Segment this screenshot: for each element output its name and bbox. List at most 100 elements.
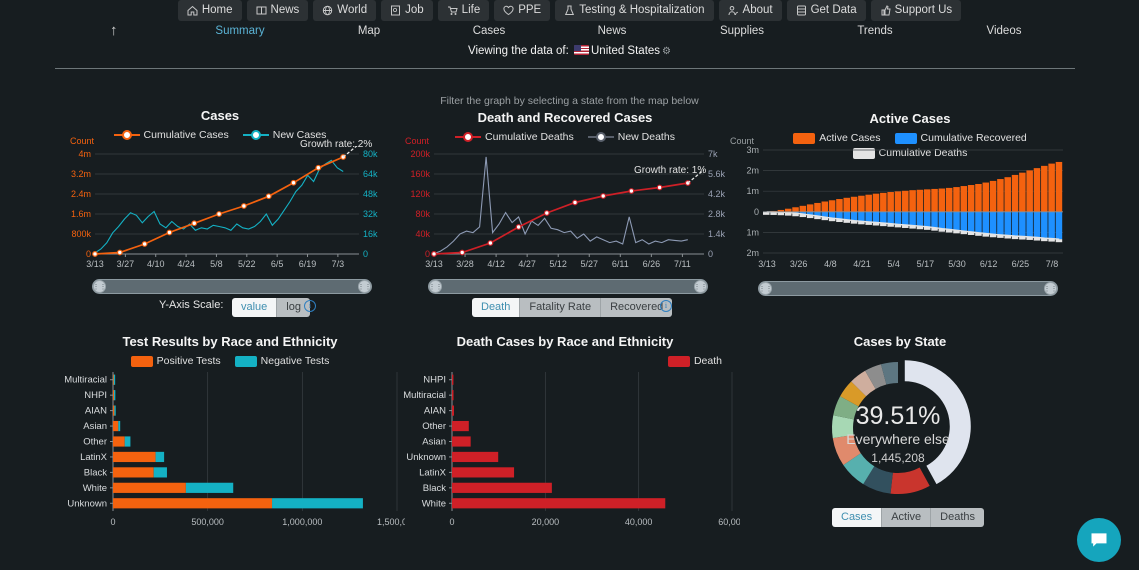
- bar-active-cases[interactable]: [850, 196, 858, 212]
- bar-cumulative-recovered[interactable]: [872, 211, 880, 223]
- data-point[interactable]: [290, 179, 297, 186]
- bar-active-cases[interactable]: [828, 200, 836, 212]
- bar-active-cases[interactable]: [909, 190, 916, 212]
- bar-active-cases[interactable]: [975, 183, 982, 212]
- bar-active-cases[interactable]: [814, 202, 821, 212]
- bar-cumulative-recovered[interactable]: [997, 211, 1004, 235]
- subnav-item-videos[interactable]: Videos: [987, 22, 1022, 40]
- bar-active-cases[interactable]: [938, 188, 946, 212]
- info-icon[interactable]: i: [304, 300, 316, 312]
- bar-death[interactable]: [452, 390, 454, 401]
- slider-handle-right[interactable]: ⋮⋮: [1044, 282, 1058, 295]
- bar-positive-tests[interactable]: [113, 436, 125, 447]
- slider-handle-left[interactable]: ⋮⋮: [429, 280, 443, 293]
- legend-item-new-deaths[interactable]: New Deaths: [587, 131, 675, 143]
- slider-handle-right[interactable]: ⋮⋮: [358, 280, 372, 293]
- bar-positive-tests[interactable]: [113, 451, 156, 463]
- data-point[interactable]: [515, 224, 522, 230]
- bar-active-cases[interactable]: [923, 189, 931, 212]
- bar-active-cases[interactable]: [989, 180, 997, 212]
- bar-cumulative-recovered[interactable]: [1041, 211, 1048, 239]
- death-tab-fatality-rate[interactable]: Fatality Rate: [519, 298, 601, 317]
- bar-cumulative-recovered[interactable]: [858, 211, 865, 222]
- bar-cumulative-recovered[interactable]: [902, 211, 909, 225]
- bar-cumulative-recovered[interactable]: [1026, 211, 1033, 237]
- cases-by-state-donut[interactable]: 39.51%Everywhere else 1,445,208: [810, 355, 990, 510]
- bar-death[interactable]: [452, 482, 552, 493]
- bar-cumulative-recovered[interactable]: [945, 211, 953, 230]
- data-point[interactable]: [315, 164, 322, 171]
- data-point[interactable]: [600, 193, 607, 199]
- bar-active-cases[interactable]: [1041, 165, 1048, 212]
- subnav-item-trends[interactable]: Trends: [857, 22, 892, 40]
- bar-active-cases[interactable]: [806, 204, 814, 212]
- slider-handle-right[interactable]: ⋮⋮: [694, 280, 708, 293]
- bar-cumulative-recovered[interactable]: [909, 211, 916, 226]
- bar-active-cases[interactable]: [997, 179, 1004, 212]
- bar-cumulative-recovered[interactable]: [975, 211, 982, 233]
- data-point[interactable]: [572, 199, 578, 206]
- data-point[interactable]: [240, 203, 247, 209]
- bar-active-cases[interactable]: [784, 208, 792, 212]
- bar-cumulative-recovered[interactable]: [923, 211, 931, 227]
- nav-button-testing-hospitalization[interactable]: Testing & Hospitalization: [555, 0, 714, 21]
- slider-handle-left[interactable]: ⋮⋮: [93, 280, 107, 293]
- legend-item-death[interactable]: Death: [667, 355, 722, 367]
- viewing-region-name[interactable]: United States: [591, 45, 660, 57]
- bar-cumulative-recovered[interactable]: [931, 211, 938, 228]
- bar-cumulative-recovered[interactable]: [836, 211, 843, 220]
- active-cases-chart-plot[interactable]: 3m2m1m01m2m3/13 3/26 4/8 4/21 5/4 5/17 5/30 6/1…: [725, 140, 1075, 275]
- nav-button-world[interactable]: World: [313, 0, 377, 21]
- bar-active-cases[interactable]: [1004, 177, 1011, 212]
- data-point[interactable]: [487, 240, 494, 246]
- legend-item-cumulative-cases[interactable]: Cumulative Cases: [113, 129, 229, 141]
- nav-button-support-us[interactable]: Support Us: [870, 0, 962, 21]
- bar-active-cases[interactable]: [792, 207, 799, 212]
- bar-negative-tests[interactable]: [113, 374, 116, 385]
- bar-cumulative-recovered[interactable]: [1033, 211, 1041, 238]
- deaths-chart-plot[interactable]: 0 0 40k 1.4k 80k 2.8k 120k 4.2k 160k 5.6k 200k 7k 3/…: [390, 146, 730, 276]
- bar-cumulative-recovered[interactable]: [916, 211, 924, 227]
- bar-active-cases[interactable]: [894, 191, 902, 212]
- slider-handle-left[interactable]: ⋮⋮: [759, 282, 773, 295]
- bar-cumulative-recovered[interactable]: [894, 211, 902, 225]
- deaths-range-slider[interactable]: ⋮⋮ ⋮⋮: [428, 279, 708, 294]
- bar-cumulative-recovered[interactable]: [1011, 211, 1019, 237]
- bar-active-cases[interactable]: [982, 182, 990, 212]
- bar-death[interactable]: [452, 467, 515, 478]
- nav-button-news[interactable]: News: [246, 0, 309, 21]
- test-results-race-plot[interactable]: 0500,0001,000,0001,500,000MultiracialNHP…: [55, 368, 405, 533]
- death-tab-death[interactable]: Death: [472, 298, 520, 317]
- bar-cumulative-recovered[interactable]: [1004, 211, 1011, 236]
- subnav-item-news[interactable]: News: [598, 22, 627, 40]
- data-point[interactable]: [265, 193, 272, 200]
- bar-active-cases[interactable]: [858, 195, 865, 212]
- y-axis-scale-toggle[interactable]: value log: [232, 298, 310, 317]
- cases-chart-plot[interactable]: 0 0 800k 16k 1.6m 32k 2.4m 48k 3.2m 64k 4m 80k 3/13 3…: [55, 146, 385, 276]
- death-cases-race-plot[interactable]: 0 20,000 40,000 60,000 NHPI Multiracial AIAN Ot…: [390, 368, 740, 533]
- bar-negative-tests[interactable]: [185, 482, 234, 493]
- subnav-item-summary[interactable]: Summary: [215, 22, 264, 40]
- bar-death[interactable]: [452, 420, 469, 432]
- subnav-item-cases[interactable]: Cases: [473, 22, 506, 40]
- legend-item-positive-tests[interactable]: Positive Tests: [130, 355, 221, 367]
- bar-negative-tests[interactable]: [113, 390, 116, 401]
- bar-active-cases[interactable]: [1026, 170, 1033, 212]
- data-point[interactable]: [216, 211, 222, 217]
- y-scale-option-value[interactable]: value: [232, 298, 277, 317]
- legend-item-cumulative-deaths[interactable]: Cumulative Deaths: [455, 131, 574, 143]
- data-point[interactable]: [656, 184, 663, 191]
- bar-cumulative-recovered[interactable]: [938, 211, 946, 229]
- bar-cumulative-recovered[interactable]: [1019, 211, 1026, 237]
- bar-cumulative-recovered[interactable]: [953, 211, 960, 231]
- bar-cumulative-recovered[interactable]: [960, 211, 968, 232]
- bar-active-cases[interactable]: [843, 197, 851, 212]
- nav-button-get-data[interactable]: Get Data: [786, 0, 866, 21]
- data-point[interactable]: [628, 188, 635, 194]
- legend-item-negative-tests[interactable]: Negative Tests: [234, 355, 329, 367]
- bar-cumulative-recovered[interactable]: [1055, 211, 1063, 240]
- bar-active-cases[interactable]: [821, 201, 829, 212]
- data-point[interactable]: [166, 229, 173, 236]
- bar-death[interactable]: [452, 405, 454, 416]
- data-point[interactable]: [459, 249, 466, 256]
